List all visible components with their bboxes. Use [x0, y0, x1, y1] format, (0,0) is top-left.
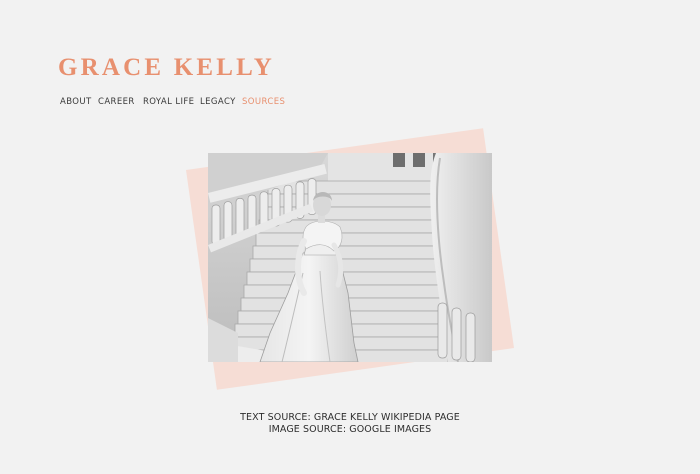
- nav-item-legacy[interactable]: LEGACY: [200, 96, 236, 108]
- nav-item-sources[interactable]: SOURCES: [242, 96, 285, 108]
- stair-step: [249, 258, 449, 273]
- stair-step: [252, 245, 449, 260]
- stair-step: [246, 271, 449, 286]
- text-source-line: TEXT SOURCE: GRACE KELLY WIKIPEDIA PAGE: [240, 412, 460, 423]
- nav-item-royal-life[interactable]: ROYAL LIFE: [143, 96, 194, 108]
- nav-item-career[interactable]: CAREER: [98, 96, 135, 108]
- baluster: [223, 201, 233, 242]
- staircase-photo: [208, 153, 492, 362]
- nav-item-about[interactable]: ABOUT: [60, 96, 92, 108]
- site-title[interactable]: GRACE KELLY: [58, 55, 275, 80]
- sources-credits: TEXT SOURCE: GRACE KELLY WIKIPEDIA PAGE …: [0, 412, 700, 436]
- baluster: [211, 204, 221, 246]
- stair-step: [255, 232, 449, 247]
- stair-step: [267, 180, 449, 195]
- stair-step: [264, 193, 449, 208]
- image-source-line: IMAGE SOURCE: GOOGLE IMAGES: [268, 424, 432, 435]
